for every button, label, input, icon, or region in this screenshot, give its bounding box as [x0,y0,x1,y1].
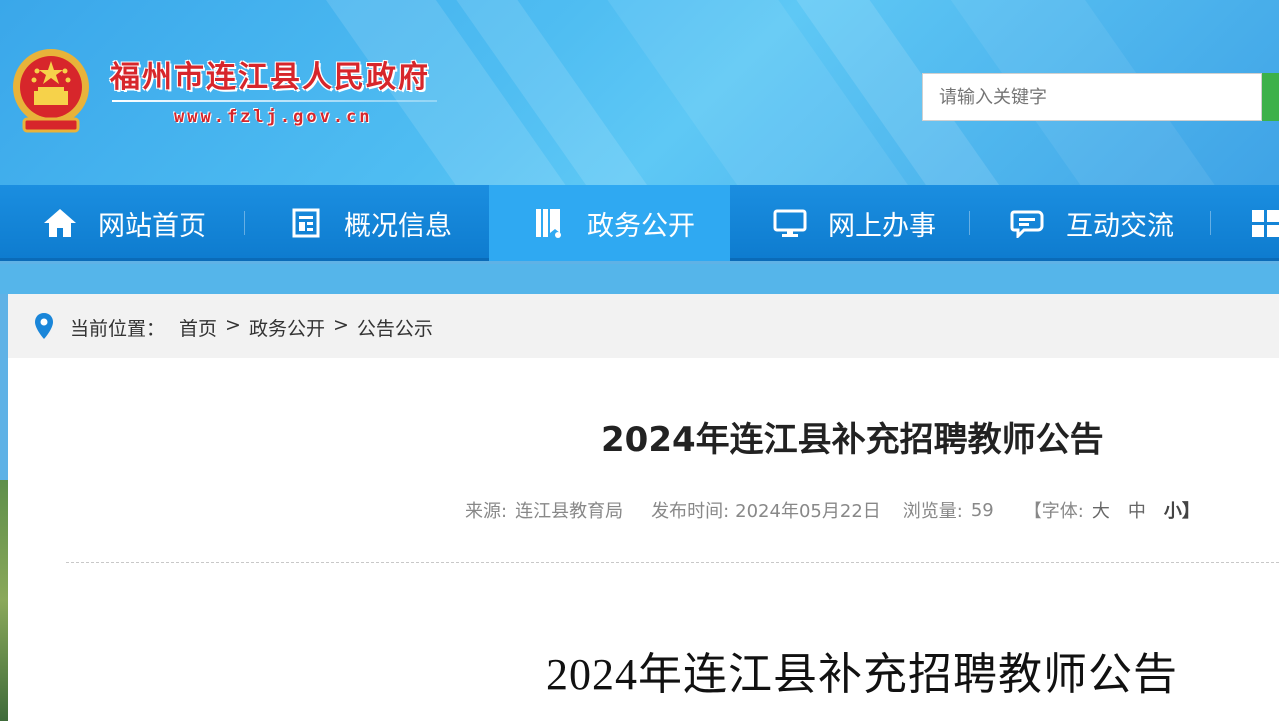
chat-icon [1008,203,1048,243]
location-pin-icon [34,312,54,344]
site-header: 福州市连江县人民政府 www.fzlj.gov.cn [0,0,1279,185]
breadcrumb-home-link[interactable]: 首页 [179,314,217,341]
nav-divider [244,211,245,235]
nav-label: 政务公开 [587,210,695,242]
bookmark-icon [529,203,569,243]
article-body-title: 2024年连江县补充招聘教师公告 [546,650,1178,699]
nav-item-more[interactable] [1250,185,1279,261]
nav-item-overview[interactable]: 概况信息 [286,185,486,261]
nav-label: 网站首页 [98,210,206,242]
font-size-medium-button[interactable]: 中 [1128,497,1146,523]
search-button[interactable] [1262,73,1279,121]
nav-label: 概况信息 [344,210,452,242]
views-value: 59 [970,499,994,521]
nav-item-online-services[interactable]: 网上办事 [770,185,970,261]
breadcrumb-separator: > [225,314,241,336]
nav-bottom-strip [0,264,1279,294]
national-emblem-icon [10,47,92,135]
breadcrumb-separator: > [332,314,349,336]
date-label: 发布时间: [651,501,730,522]
nav-label: 互动交流 [1066,210,1174,242]
document-icon [286,203,326,243]
grid-icon [1250,203,1279,243]
date-value: 2024年05月22日 [735,501,881,522]
breadcrumb: 当前位置： 首页 > 政务公开 > 公告公示 [8,294,1279,358]
source-value: 连江县教育局 [515,501,624,522]
nav-item-gov-affairs[interactable]: 政务公开 [489,185,730,261]
monitor-icon [770,203,810,243]
side-decoration [0,480,8,721]
breadcrumb-announcements-link[interactable]: 公告公示 [357,314,433,341]
font-size-label: 【字体: [1023,501,1084,522]
search-input[interactable] [922,73,1262,121]
nav-divider [969,211,970,235]
breadcrumb-gov-affairs-link[interactable]: 政务公开 [249,314,325,341]
font-size-small-button[interactable]: 小】 [1164,497,1200,523]
site-url[interactable]: www.fzlj.gov.cn [174,107,373,127]
article-divider [66,562,1279,563]
home-icon [40,203,80,243]
nav-divider [1210,211,1211,235]
nav-label: 网上办事 [828,210,936,242]
breadcrumb-prefix: 当前位置： [70,318,166,340]
title-underline [112,100,437,102]
views-label: 浏览量: [902,501,963,522]
main-nav: 网站首页 概况信息 政务公开 网上办事 互动交流 [0,185,1279,261]
nav-item-home[interactable]: 网站首页 [40,185,245,261]
source-label: 来源: [465,501,508,522]
site-title[interactable]: 福州市连江县人民政府 [110,52,430,96]
nav-item-interaction[interactable]: 互动交流 [1008,185,1208,261]
article-title: 2024年连江县补充招聘教师公告 [601,420,1104,460]
font-size-large-button[interactable]: 大 [1092,497,1110,523]
article-meta: 来源: 连江县教育局 发布时间: 2024年05月22日 浏览量: 59 【字体… [465,497,1200,523]
